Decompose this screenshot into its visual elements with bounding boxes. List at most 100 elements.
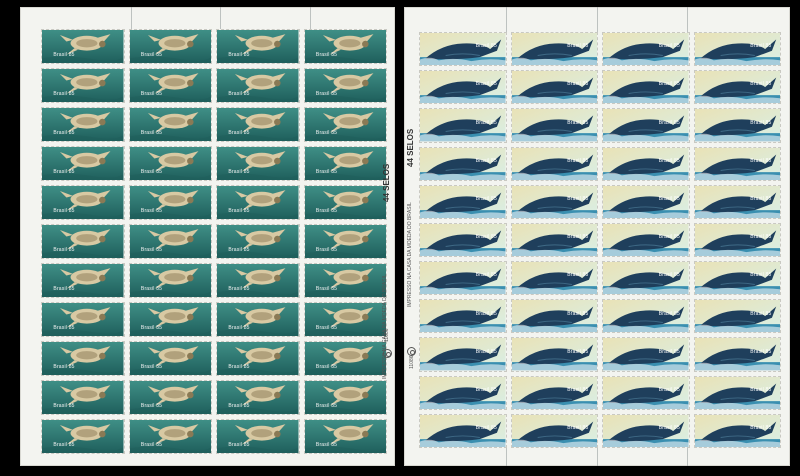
stamp-value-label: Brasil 85 bbox=[315, 325, 338, 332]
gutter-mark bbox=[310, 7, 311, 29]
stamp-value-label: Brasil 85 bbox=[315, 130, 338, 137]
stamp-turtle: Brasil 85 bbox=[41, 380, 125, 415]
stamp-value-label: Brasil 85 bbox=[475, 157, 497, 164]
stamp-turtle: Brasil 85 bbox=[303, 419, 387, 454]
stamp-value-label: Brasil 85 bbox=[567, 310, 589, 317]
gutter-mark bbox=[687, 448, 688, 466]
stamp-whale: Brasil 85 bbox=[693, 70, 781, 105]
stamp-whale: Brasil 85 bbox=[419, 375, 507, 410]
stamp-value-label: Brasil 85 bbox=[315, 286, 338, 293]
stamp-whale: Brasil 85 bbox=[693, 375, 781, 410]
stamp-turtle: Brasil 85 bbox=[128, 68, 212, 103]
gutter-mark bbox=[597, 7, 598, 32]
stamp-whale: Brasil 85 bbox=[602, 413, 690, 448]
stamp-whale: Brasil 85 bbox=[602, 222, 690, 258]
stamp-value-label: Brasil 85 bbox=[140, 169, 163, 176]
printer-imprint: IMPRESSO NA CASA DA MOEDA DO BRASIL bbox=[407, 202, 413, 307]
stamp-value-label: Brasil 85 bbox=[750, 43, 772, 50]
stamp-value-label: Brasil 85 bbox=[228, 52, 250, 59]
gutter-mark bbox=[220, 7, 221, 29]
stamp-value-label: Brasil 85 bbox=[140, 130, 163, 137]
stamp-value-label: Brasil 85 bbox=[567, 81, 589, 88]
stamp-value-label: Brasil 85 bbox=[53, 364, 75, 371]
stamp-value-label: Brasil 85 bbox=[567, 348, 589, 355]
stamp-value-label: Brasil 85 bbox=[475, 425, 497, 432]
stamp-value-label: Brasil 85 bbox=[750, 310, 772, 317]
stamp-turtle: Brasil 85 bbox=[303, 224, 387, 259]
stamp-sheet-whale: Brasil 85 Brasil 85 Brasil 85 Brasil 85 Bras… bbox=[404, 7, 790, 466]
gutter-mark bbox=[597, 448, 598, 466]
stamp-value-label: Brasil 85 bbox=[567, 119, 589, 126]
stamp-value-label: Brasil 85 bbox=[658, 425, 680, 432]
stamp-turtle: Brasil 85 bbox=[216, 263, 300, 298]
stamp-value-label: Brasil 85 bbox=[658, 386, 680, 393]
stamp-turtle: Brasil 85 bbox=[303, 341, 387, 376]
stamp-value-label: Brasil 85 bbox=[658, 81, 680, 88]
stamp-value-label: Brasil 85 bbox=[53, 52, 75, 59]
stamp-value-label: Brasil 85 bbox=[750, 157, 772, 164]
gutter-mark bbox=[687, 7, 688, 32]
stamp-value-label: Brasil 85 bbox=[750, 196, 772, 203]
stamp-whale: Brasil 85 bbox=[602, 261, 690, 296]
stamp-whale: Brasil 85 bbox=[602, 299, 690, 334]
stamp-whale: Brasil 85 bbox=[693, 222, 781, 258]
stamp-value-label: Brasil 85 bbox=[315, 403, 338, 410]
stamp-value-label: Brasil 85 bbox=[750, 234, 772, 241]
stamp-value-label: Brasil 85 bbox=[658, 43, 680, 50]
gutter-mark bbox=[506, 7, 507, 32]
stamp-turtle: Brasil 85 bbox=[303, 29, 387, 64]
stamp-whale: Brasil 85 bbox=[602, 32, 690, 67]
stamp-value-label: Brasil 85 bbox=[475, 43, 497, 50]
stamp-value-label: Brasil 85 bbox=[228, 442, 250, 449]
gutter-mark bbox=[131, 7, 132, 29]
stamp-whale: Brasil 85 bbox=[419, 70, 507, 105]
stamp-turtle: Brasil 85 bbox=[41, 185, 125, 220]
stamp-turtle: Brasil 85 bbox=[216, 224, 300, 259]
stamp-whale: Brasil 85 bbox=[419, 146, 507, 181]
printer-imprint: IMPRESSO NA CASA DA MOEDA DO BRASIL bbox=[382, 274, 388, 379]
stamp-value-label: Brasil 85 bbox=[475, 81, 497, 88]
stamp-whale: Brasil 85 bbox=[693, 184, 781, 219]
stamp-whale: Brasil 85 bbox=[419, 261, 507, 296]
stamp-value-label: Brasil 85 bbox=[53, 247, 75, 254]
sheet-serial: 11086 bbox=[409, 355, 415, 369]
stamp-whale: Brasil 85 bbox=[510, 413, 598, 448]
stamp-value-label: Brasil 85 bbox=[228, 325, 250, 332]
stamp-value-label: Brasil 85 bbox=[228, 91, 250, 98]
stamp-value-label: Brasil 85 bbox=[228, 364, 250, 371]
stamp-value-label: Brasil 85 bbox=[53, 286, 75, 293]
stamp-turtle: Brasil 85 bbox=[128, 419, 212, 454]
stamp-turtle: Brasil 85 bbox=[216, 302, 300, 337]
stamp-value-label: Brasil 85 bbox=[53, 169, 75, 176]
stamp-value-label: Brasil 85 bbox=[475, 234, 497, 241]
stamp-value-label: Brasil 85 bbox=[140, 286, 163, 293]
stamp-whale: Brasil 85 bbox=[510, 222, 598, 258]
stamp-value-label: Brasil 85 bbox=[228, 286, 250, 293]
stamp-value-label: Brasil 85 bbox=[567, 386, 589, 393]
stamp-value-label: Brasil 85 bbox=[315, 364, 338, 371]
stamp-turtle: Brasil 85 bbox=[216, 107, 300, 142]
stamp-turtle: Brasil 85 bbox=[216, 185, 300, 220]
stamp-whale: Brasil 85 bbox=[419, 184, 507, 219]
stamp-turtle: Brasil 85 bbox=[216, 419, 300, 454]
stamp-whale: Brasil 85 bbox=[419, 413, 507, 448]
stamp-whale: Brasil 85 bbox=[693, 32, 781, 67]
stamp-value-label: Brasil 85 bbox=[228, 130, 250, 137]
stamp-value-label: Brasil 85 bbox=[658, 157, 680, 164]
stamp-whale: Brasil 85 bbox=[602, 184, 690, 219]
stamp-whale: Brasil 85 bbox=[419, 337, 507, 372]
stamp-value-label: Brasil 85 bbox=[53, 442, 75, 449]
stamp-value-label: Brasil 85 bbox=[315, 208, 338, 215]
stamp-grid-whale: Brasil 85 Brasil 85 Brasil 85 Brasil 85 Bras… bbox=[419, 32, 781, 448]
stamp-turtle: Brasil 85 bbox=[128, 146, 212, 181]
stamp-turtle: Brasil 85 bbox=[216, 380, 300, 415]
stamp-whale: Brasil 85 bbox=[510, 32, 598, 67]
stamp-value-label: Brasil 85 bbox=[315, 247, 338, 254]
stamp-turtle: Brasil 85 bbox=[128, 380, 212, 415]
stamp-value-label: Brasil 85 bbox=[475, 196, 497, 203]
stamp-value-label: Brasil 85 bbox=[658, 196, 680, 203]
stamp-whale: Brasil 85 bbox=[602, 337, 690, 372]
stamp-value-label: Brasil 85 bbox=[140, 442, 163, 449]
stamp-turtle: Brasil 85 bbox=[41, 263, 125, 298]
gutter-mark bbox=[506, 448, 507, 466]
